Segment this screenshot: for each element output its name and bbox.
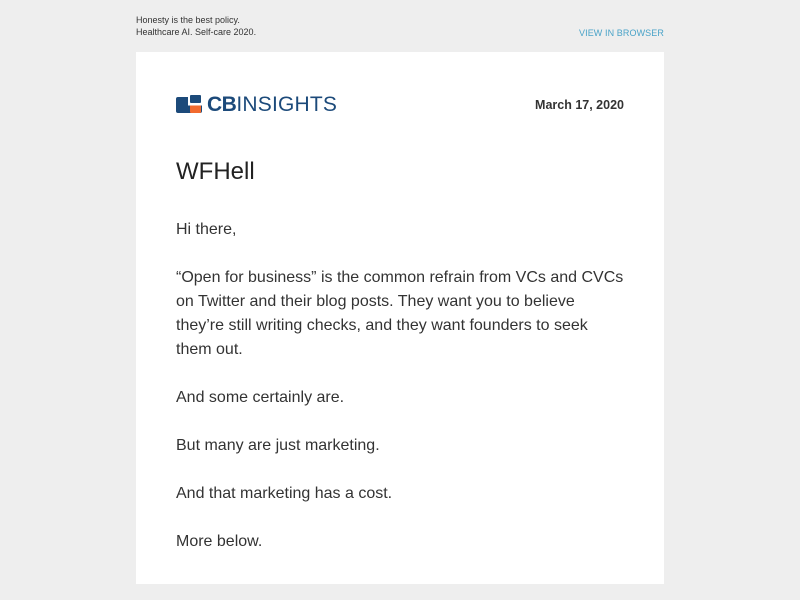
cb-insights-logo[interactable]: CB INSIGHTS — [176, 92, 337, 118]
email-card: CB INSIGHTS March 17, 2020 WFHell Hi the… — [136, 52, 664, 584]
issue-date: March 17, 2020 — [535, 98, 624, 112]
email-page: Honesty is the best policy. Healthcare A… — [0, 0, 800, 600]
preheader: Honesty is the best policy. Healthcare A… — [136, 14, 664, 44]
view-in-browser-link[interactable]: VIEW IN BROWSER — [579, 27, 664, 39]
preheader-line-2: Healthcare AI. Self-care 2020. — [136, 27, 257, 37]
body-paragraph-6: More below. — [176, 533, 263, 550]
body-paragraph-1: Hi there, — [176, 221, 237, 238]
body-paragraph-5: And that marketing has a cost. — [176, 485, 393, 502]
body-paragraph-3: And some certainly are. — [176, 389, 345, 406]
logo-insights-text: INSIGHTS — [236, 93, 338, 116]
preheader-line-1: Honesty is the best policy. — [136, 15, 240, 25]
body-paragraph-4: But many are just marketing. — [176, 437, 380, 454]
newsletter-body: Hi there, “Open for business” is the com… — [176, 218, 626, 578]
newsletter-title: WFHell — [176, 158, 255, 185]
preheader-text: Honesty is the best policy. Healthcare A… — [136, 14, 256, 38]
body-paragraph-2: “Open for business” is the common refrai… — [176, 269, 624, 358]
logo-cb-text: CB — [207, 93, 237, 116]
cb-insights-logo-icon — [176, 94, 202, 116]
